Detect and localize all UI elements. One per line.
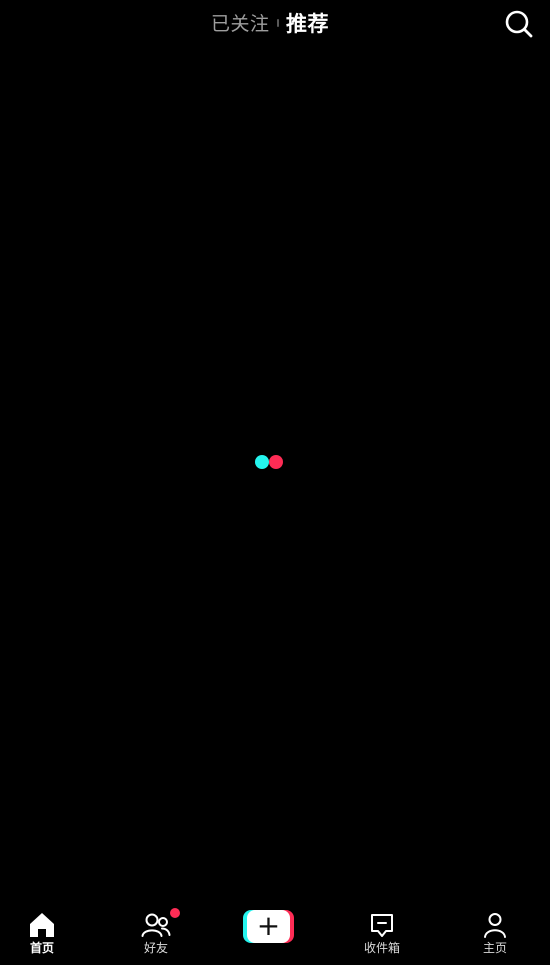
nav-profile[interactable]: 主页 [455,900,535,962]
tab-recommended[interactable]: 推荐 [286,8,329,38]
nav-home-label: 首页 [29,941,54,955]
nav-friends-label: 好友 [143,941,168,955]
loading-dot-red [269,455,283,469]
friends-icon [141,913,171,937]
search-button[interactable] [503,8,535,40]
search-icon [505,10,533,38]
create-button[interactable]: + [243,910,294,943]
profile-icon [484,913,506,938]
nav-profile-label: 主页 [482,941,507,955]
create-plus-icon: + [256,909,281,942]
top-bar: 已关注 推荐 [0,0,550,46]
nav-inbox[interactable]: 收件箱 [342,900,422,962]
home-icon [30,913,54,937]
loading-dot-cyan [255,455,269,469]
tab-divider [277,19,279,27]
inbox-icon [371,914,393,937]
nav-friends[interactable]: 好友 [116,900,196,962]
nav-inbox-label: 收件箱 [363,941,400,955]
loading-indicator [254,455,284,469]
friends-badge-dot [170,908,180,918]
tab-following[interactable]: 已关注 [211,9,270,36]
nav-home[interactable]: 首页 [2,900,82,962]
